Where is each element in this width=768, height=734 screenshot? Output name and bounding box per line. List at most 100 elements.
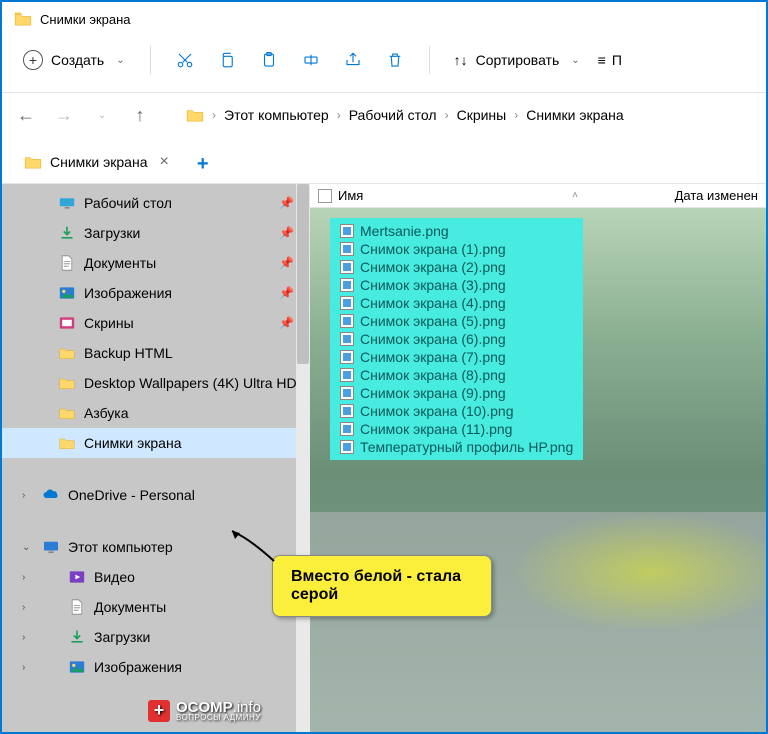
watermark: + OCOMP.info ВОПРОСЫ АДМИНУ bbox=[148, 699, 261, 722]
sidebar-item[interactable]: › Изображения bbox=[2, 652, 310, 682]
file-item[interactable]: Снимок экрана (2).png bbox=[336, 258, 577, 276]
image-file-icon bbox=[340, 350, 354, 364]
document-icon bbox=[58, 254, 76, 272]
file-item[interactable]: Снимок экрана (9).png bbox=[336, 384, 577, 402]
sidebar-item-label: Изображения bbox=[84, 285, 172, 301]
column-date[interactable]: Дата изменен bbox=[675, 188, 758, 203]
tab[interactable]: Снимки экрана × bbox=[12, 145, 181, 183]
breadcrumb-item[interactable]: Снимки экрана bbox=[526, 107, 623, 123]
share-button[interactable] bbox=[335, 42, 371, 78]
sidebar-item[interactable]: Азбука bbox=[2, 398, 310, 428]
sidebar-item[interactable]: Снимки экрана bbox=[2, 428, 310, 458]
sidebar-item[interactable]: Документы📌 bbox=[2, 248, 310, 278]
file-item[interactable]: Снимок экрана (3).png bbox=[336, 276, 577, 294]
scrollbar-thumb[interactable] bbox=[297, 184, 309, 364]
chevron-down-icon: ⌄ bbox=[571, 55, 579, 66]
folder-icon bbox=[186, 106, 204, 124]
forward-button[interactable]: → bbox=[52, 103, 76, 127]
new-button[interactable]: + Создать ⌄ bbox=[14, 45, 134, 75]
file-item[interactable]: Снимок экрана (4).png bbox=[336, 294, 577, 312]
sidebar-item-label: Документы bbox=[84, 255, 156, 271]
image-file-icon bbox=[340, 278, 354, 292]
folder-icon bbox=[58, 374, 76, 392]
nav-row: ← → ⌄ ↑ › Этот компьютер › Рабочий стол … bbox=[2, 93, 766, 145]
sort-asc-icon: ˄ bbox=[572, 190, 638, 201]
cut-button[interactable] bbox=[167, 42, 203, 78]
sidebar-item[interactable]: ›Документы bbox=[2, 592, 310, 622]
delete-button[interactable] bbox=[377, 42, 413, 78]
rename-button[interactable] bbox=[293, 42, 329, 78]
image-file-icon bbox=[340, 440, 354, 454]
close-icon[interactable]: × bbox=[159, 153, 168, 171]
separator bbox=[429, 46, 430, 74]
screenshot-icon bbox=[58, 314, 76, 332]
expand-icon[interactable]: › bbox=[22, 632, 25, 643]
sidebar-item-onedrive[interactable]: › OneDrive - Personal bbox=[2, 480, 310, 510]
file-item[interactable]: Снимок экрана (8).png bbox=[336, 366, 577, 384]
titlebar: Снимки экрана bbox=[2, 2, 766, 36]
view-label: П bbox=[612, 52, 622, 68]
sidebar-item-label: Видео bbox=[94, 569, 135, 585]
plus-icon: + bbox=[23, 50, 43, 70]
back-button[interactable]: ← bbox=[14, 103, 38, 127]
pin-icon: 📌 bbox=[279, 286, 294, 300]
file-name: Снимок экрана (1).png bbox=[360, 241, 506, 257]
file-area[interactable]: Mertsanie.pngСнимок экрана (1).png Снимок… bbox=[310, 208, 766, 732]
file-name: Снимок экрана (9).png bbox=[360, 385, 506, 401]
recent-chevron[interactable]: ⌄ bbox=[90, 103, 114, 127]
sidebar-item[interactable]: Backup HTML bbox=[2, 338, 310, 368]
image-file-icon bbox=[340, 422, 354, 436]
sidebar-item[interactable]: Загрузки📌 bbox=[2, 218, 310, 248]
view-button[interactable]: ≡ П bbox=[594, 48, 626, 72]
expand-icon[interactable]: › bbox=[22, 602, 25, 613]
sidebar-item-label: Рабочий стол bbox=[84, 195, 172, 211]
sidebar-item-label: Backup HTML bbox=[84, 345, 173, 361]
column-name[interactable]: Имя ˄ bbox=[338, 188, 638, 203]
sidebar-item[interactable]: Desktop Wallpapers (4K) Ultra HD bbox=[2, 368, 310, 398]
file-name: Снимок экрана (2).png bbox=[360, 259, 506, 275]
folder-icon bbox=[58, 344, 76, 362]
folder-icon bbox=[14, 10, 32, 28]
sort-button[interactable]: ↑↓ Сортировать ⌄ bbox=[446, 48, 588, 72]
file-item[interactable]: Снимок экрана (5).png bbox=[336, 312, 577, 330]
breadcrumb-item[interactable]: Рабочий стол bbox=[349, 107, 437, 123]
chevron-right-icon: › bbox=[337, 108, 341, 122]
scrollbar[interactable] bbox=[296, 184, 310, 732]
copy-button[interactable] bbox=[209, 42, 245, 78]
sidebar-item[interactable]: ›Загрузки bbox=[2, 622, 310, 652]
up-button[interactable]: ↑ bbox=[128, 103, 152, 127]
expand-icon[interactable]: › bbox=[22, 572, 25, 583]
breadcrumb-item[interactable]: Скрины bbox=[457, 107, 507, 123]
sidebar-item-label: Изображения bbox=[94, 659, 182, 675]
file-item[interactable]: Температурный профиль HP.png bbox=[336, 438, 577, 456]
file-list: Mertsanie.pngСнимок экрана (1).png Снимок… bbox=[330, 218, 583, 460]
expand-icon[interactable]: › bbox=[22, 662, 25, 673]
collapse-icon[interactable]: ⌄ bbox=[22, 542, 30, 553]
sidebar-item[interactable]: Изображения 📌 bbox=[2, 278, 310, 308]
file-name: Снимок экрана (8).png bbox=[360, 367, 506, 383]
sidebar-item[interactable]: Скрины📌 bbox=[2, 308, 310, 338]
explorer-window: Снимки экрана + Создать ⌄ ↑↓ Сортировать… bbox=[0, 0, 768, 734]
image-file-icon bbox=[340, 242, 354, 256]
paste-button[interactable] bbox=[251, 42, 287, 78]
onedrive-icon bbox=[42, 486, 60, 504]
view-icon: ≡ bbox=[598, 52, 606, 68]
select-all-checkbox[interactable] bbox=[318, 189, 332, 203]
file-item[interactable]: Снимок экрана (7).png bbox=[336, 348, 577, 366]
callout-text: Вместо белой - стала серой bbox=[272, 555, 492, 617]
breadcrumb-item[interactable]: Этот компьютер bbox=[224, 107, 329, 123]
tabbar: Снимки экрана × + bbox=[2, 145, 766, 184]
file-name: Температурный профиль HP.png bbox=[360, 439, 573, 455]
file-item[interactable]: Снимок экрана (11).png bbox=[336, 420, 577, 438]
file-item[interactable]: Снимок экрана (1).png bbox=[336, 240, 577, 258]
file-name: Снимок экрана (4).png bbox=[360, 295, 506, 311]
file-item[interactable]: Снимок экрана (6).png bbox=[336, 330, 577, 348]
download-icon bbox=[58, 224, 76, 242]
expand-icon[interactable]: › bbox=[22, 490, 25, 501]
add-tab-button[interactable]: + bbox=[187, 149, 219, 180]
sidebar-item[interactable]: Рабочий стол📌 bbox=[2, 188, 310, 218]
file-item[interactable]: Снимок экрана (10).png bbox=[336, 402, 577, 420]
file-item[interactable]: Mertsanie.png bbox=[336, 222, 577, 240]
pin-icon: 📌 bbox=[279, 316, 294, 330]
tree-section-quick: Рабочий стол📌Загрузки📌Документы📌Изображе… bbox=[2, 184, 310, 462]
